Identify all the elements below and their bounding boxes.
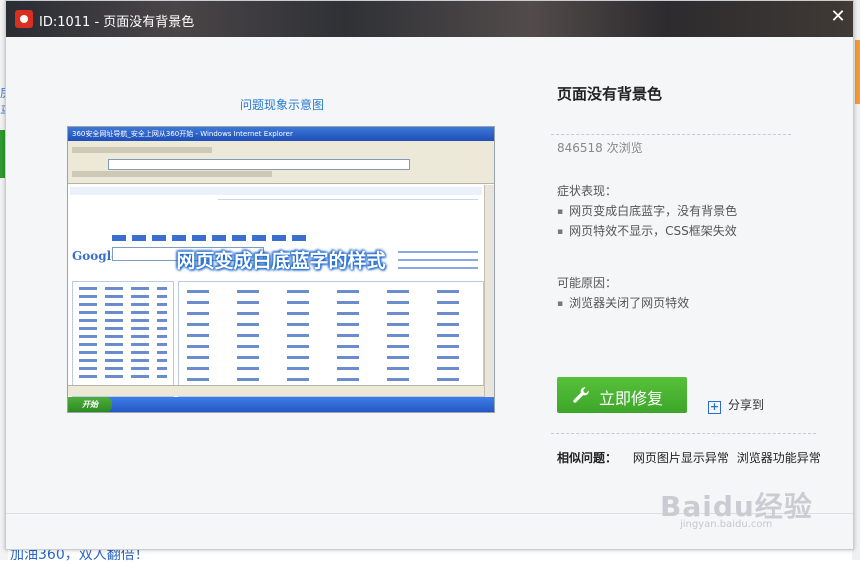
symptom-item: 网页变成白底蓝字，没有背景色: [557, 202, 737, 219]
related-link-image-display[interactable]: 网页图片显示异常: [633, 451, 729, 465]
ie-window-title: 360安全网址导航_安全上网从360开始 - Windows Internet …: [68, 127, 494, 141]
symptoms-label: 症状表现：: [557, 184, 618, 198]
illustration-caption: 问题现象示意图: [240, 98, 325, 112]
baidu-watermark: Baidu经验 jingyan.baidu.com: [660, 485, 813, 530]
ie-menu-row: [72, 147, 212, 153]
causes-label: 可能原因：: [557, 276, 618, 290]
site-nav-strip: [70, 187, 482, 195]
related-link-browser-function[interactable]: 浏览器功能异常: [737, 451, 821, 465]
symptom-item: 网页特效不显示，CSS框架失效: [557, 222, 737, 239]
site-links-box: [178, 281, 484, 397]
dialog-title: ID:1011 - 页面没有背景色: [39, 15, 195, 30]
dialog-titlebar[interactable]: ID:1011 - 页面没有背景色 ✕: [6, 1, 853, 37]
divider: [551, 134, 791, 135]
problem-screenshot: 360安全网址导航_安全上网从360开始 - Windows Internet …: [67, 126, 495, 413]
ie-favorites-row: [72, 171, 272, 177]
search-tabs: [112, 235, 312, 241]
ie-statusbar: [68, 385, 484, 396]
issue-title: 页面没有背景色: [557, 85, 663, 103]
weather-panel: [218, 199, 478, 236]
plus-icon: +: [708, 400, 721, 414]
share-button[interactable]: + 分享到: [708, 396, 764, 414]
category-box: [72, 281, 174, 397]
start-button: 开始: [68, 397, 112, 412]
watermark-url: jingyan.baidu.com: [680, 519, 773, 530]
illustration-overlay-text: 网页变成白底蓝字的样式: [176, 250, 386, 272]
fix-now-button[interactable]: 立即修复: [557, 377, 687, 413]
related-label: 相似问题：: [557, 451, 618, 465]
ie-scrollbar: [484, 185, 494, 397]
related-issues: 相似问题： 网页图片显示异常 浏览器功能异常: [557, 449, 825, 466]
windows-taskbar: 开始: [68, 397, 494, 412]
fix-now-label: 立即修复: [599, 389, 664, 408]
close-button[interactable]: ✕: [828, 6, 848, 28]
app-logo-icon: [15, 10, 33, 28]
view-count: 846518 次浏览: [557, 141, 643, 155]
ie-toolbar: [68, 141, 494, 184]
broken-webpage: Google: [68, 185, 484, 397]
share-label: 分享到: [728, 398, 765, 412]
repair-dialog: ID:1011 - 页面没有背景色 ✕ 问题现象示意图 360安全网址导航_安全…: [5, 0, 854, 550]
wrench-icon: [573, 387, 589, 403]
ie-address-bar: [108, 159, 410, 170]
divider: [551, 433, 816, 434]
background-orange-block: [855, 40, 860, 104]
cause-item: 浏览器关闭了网页特效: [557, 294, 689, 311]
